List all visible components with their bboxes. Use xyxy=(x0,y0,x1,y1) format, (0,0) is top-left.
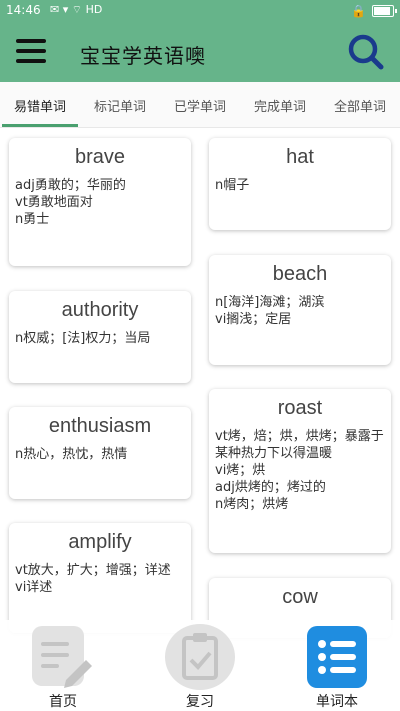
menu-icon xyxy=(16,39,46,43)
card-word: brave xyxy=(74,146,126,168)
word-card-brave[interactable]: brave adj勇敢的；华丽的 vt勇敢地面对 n勇士 xyxy=(9,138,191,266)
tab-finished-words[interactable]: 完成单词 xyxy=(244,96,316,115)
word-card-enthusiasm[interactable]: enthusiasm n热心，热忱，热情 xyxy=(9,407,191,499)
network-label: HD xyxy=(85,3,103,16)
tab-all-words[interactable]: 全部单词 xyxy=(324,96,396,115)
app-bar: 宝宝学英语噢 xyxy=(0,22,400,82)
list-icon xyxy=(307,626,367,688)
tab-marked-words[interactable]: 标记单词 xyxy=(84,96,156,115)
card-word: enthusiasm xyxy=(48,415,152,437)
word-card-beach[interactable]: beach n[海洋]海滩；湖滨 vi搁浅；定居 xyxy=(209,255,391,365)
tab-learned-words[interactable]: 已学单词 xyxy=(164,96,236,115)
nav-review[interactable]: 复习 xyxy=(155,620,245,711)
card-word: authority xyxy=(61,299,139,321)
card-definition: n热心，热忱，热情 xyxy=(15,447,128,462)
battery-icon xyxy=(372,5,397,17)
card-definition: n[海洋]海滩；湖滨 vi搁浅；定居 xyxy=(215,295,325,327)
tab-mistake-words[interactable]: 易错单词 xyxy=(4,96,76,115)
status-time: 14:46 xyxy=(6,3,41,17)
nav-home[interactable]: 首页 xyxy=(18,620,108,711)
card-word: hat xyxy=(286,146,314,168)
word-card-roast[interactable]: roast vt烤，焙；烘，烘烤；暴露于某种热力下以得温暖 vi烤；烘 adj烘烤的… xyxy=(209,389,391,553)
card-word: beach xyxy=(272,263,328,285)
word-card-amplify[interactable]: amplify vt放大，扩大；增强；详述 vi详述 xyxy=(9,523,191,633)
tab-bar: 易错单词 标记单词 已学单词 完成单词 全部单词 xyxy=(0,82,400,128)
signal-icon: ✉ ▾ ⌔ xyxy=(50,3,83,16)
card-definition: n权威；[法]权力；当局 xyxy=(15,331,151,346)
nav-label: 首页 xyxy=(49,694,77,710)
bottom-navigation: 首页 复习 单词本 xyxy=(0,620,400,711)
card-word: cow xyxy=(282,586,318,608)
tab-indicator xyxy=(2,124,78,127)
edit-note-icon xyxy=(32,626,92,688)
card-word: amplify xyxy=(68,531,132,553)
card-definition: adj勇敢的；华丽的 vt勇敢地面对 n勇士 xyxy=(15,178,126,227)
lock-icon: 🔒 xyxy=(351,4,366,18)
nav-wordbook[interactable]: 单词本 xyxy=(292,620,382,711)
nav-label: 复习 xyxy=(186,694,214,710)
page-title: 宝宝学英语噢 xyxy=(80,44,206,68)
card-definition: n帽子 xyxy=(215,178,250,193)
nav-label: 单词本 xyxy=(316,694,358,710)
card-definition: vt放大，扩大；增强；详述 vi详述 xyxy=(15,563,171,595)
card-word: roast xyxy=(277,397,323,419)
menu-button[interactable] xyxy=(16,36,46,66)
search-icon[interactable] xyxy=(346,32,386,72)
status-bar: 14:46 ✉ ▾ ⌔ HD 🔒 xyxy=(0,0,400,22)
status-icons: ✉ ▾ ⌔ HD xyxy=(50,3,102,17)
word-card-authority[interactable]: authority n权威；[法]权力；当局 xyxy=(9,291,191,383)
card-definition: vt烤，焙；烘，烘烤；暴露于某种热力下以得温暖 vi烤；烘 adj烘烤的；烤过的 n烤… xyxy=(215,429,384,512)
word-card-hat[interactable]: hat n帽子 xyxy=(209,138,391,230)
clipboard-check-icon xyxy=(165,624,235,690)
